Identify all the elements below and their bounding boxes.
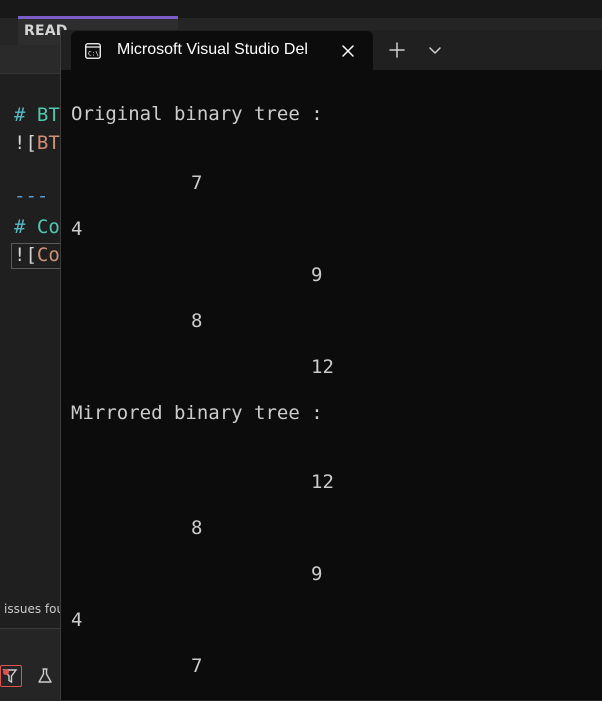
svg-text:C:\: C:\ — [88, 51, 99, 58]
editor-tab-accent — [18, 16, 178, 18]
terminal-window[interactable]: C:\ Microsoft Visual Studio Del Original… — [60, 30, 602, 700]
heading-marker: # — [14, 104, 26, 126]
heading-text: BT — [36, 104, 60, 126]
image-link-open: ![ — [14, 132, 37, 154]
code-line[interactable]: # BT — [14, 103, 60, 127]
terminal-output[interactable]: Original binary tree : 7 4 9 8 12 Mirror… — [61, 70, 602, 700]
tree-node: 7 — [191, 172, 203, 194]
filter-button[interactable] — [0, 665, 22, 687]
tree-node: 4 — [71, 609, 83, 631]
terminal-title-bar: C:\ Microsoft Visual Studio Del — [61, 30, 602, 70]
code-line[interactable]: # Co — [14, 215, 60, 239]
tree-node: 7 — [191, 655, 203, 677]
mirrored-heading: Mirrored binary tree : — [71, 402, 323, 424]
plus-icon[interactable] — [387, 40, 407, 60]
tree-node: 12 — [311, 471, 334, 493]
image-link-text: Co — [36, 244, 60, 266]
original-heading: Original binary tree : — [71, 103, 323, 125]
heading-marker: # — [14, 216, 26, 238]
tree-node: 9 — [311, 563, 323, 585]
terminal-tab[interactable]: C:\ Microsoft Visual Studio Del — [71, 31, 373, 70]
filter-icon — [2, 669, 18, 684]
flask-icon — [38, 668, 52, 683]
tree-node: 12 — [311, 356, 334, 378]
code-line[interactable]: ![BT — [14, 131, 60, 155]
code-line[interactable]: --- — [14, 184, 48, 208]
tree-node: 8 — [191, 310, 203, 332]
console-app-icon: C:\ — [85, 43, 101, 59]
tree-node: 8 — [191, 517, 203, 539]
image-link-text: BT — [36, 132, 60, 154]
heading-text: Co — [36, 216, 60, 238]
horizontal-rule: --- — [14, 185, 49, 207]
issues-status[interactable]: issues fou — [0, 602, 64, 622]
code-line[interactable]: ![Co — [14, 243, 60, 267]
image-link-open: ![ — [14, 244, 37, 266]
test-button[interactable] — [34, 665, 56, 687]
close-icon[interactable] — [339, 42, 357, 60]
terminal-tab-title: Microsoft Visual Studio Del — [117, 41, 308, 58]
chevron-down-icon[interactable] — [425, 40, 445, 60]
tree-node: 9 — [311, 264, 323, 286]
tree-node: 4 — [71, 218, 83, 240]
